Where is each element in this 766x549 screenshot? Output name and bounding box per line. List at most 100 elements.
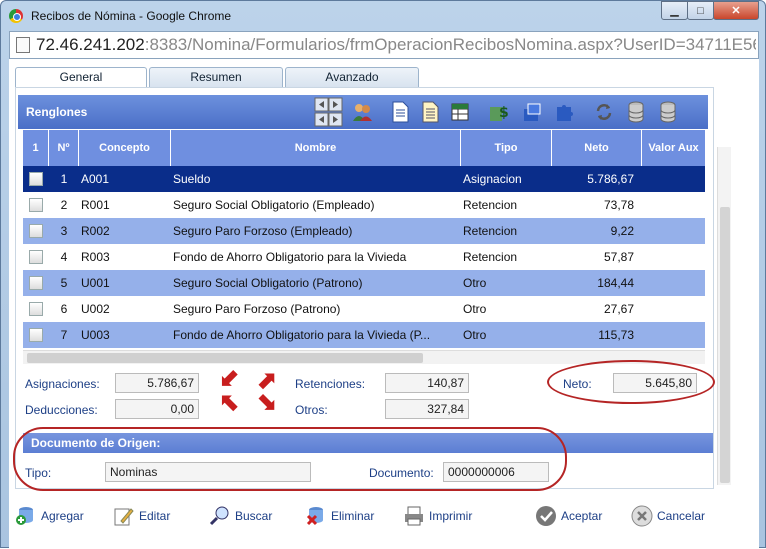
table-row[interactable]: 5 U001 Seguro Social Obligatorio (Patrono)…	[23, 270, 705, 296]
refresh-icon[interactable]	[594, 101, 614, 123]
row-valor-aux	[642, 296, 705, 322]
checkbox[interactable]	[29, 328, 43, 342]
buscar-button[interactable]: Buscar	[209, 504, 272, 528]
retenciones-label: Retenciones:	[295, 377, 366, 391]
scroll-thumb[interactable]	[720, 207, 730, 483]
tab-avanzado[interactable]: Avanzado	[285, 67, 419, 87]
renglones-grid: 1 Nº Concepto Nombre Tipo Neto Valor Aux…	[23, 130, 705, 348]
col-header-no[interactable]: Nº	[49, 130, 79, 166]
checkbox[interactable]	[29, 250, 43, 264]
col-header-concepto[interactable]: Concepto	[79, 130, 171, 166]
database-icon[interactable]	[626, 101, 646, 123]
cancelar-button[interactable]: Cancelar	[631, 504, 705, 528]
url-text[interactable]: 72.46.241.202:8383/Nomina/Formularios/fr…	[36, 35, 756, 55]
asignaciones-label: Asignaciones:	[25, 377, 100, 391]
tab-resumen[interactable]: Resumen	[149, 67, 283, 87]
table-row[interactable]: 6 U002 Seguro Paro Forzoso (Patrono) Otro 27…	[23, 296, 705, 322]
row-nombre: Seguro Social Obligatorio (Patrono)	[173, 276, 363, 290]
row-checkbox[interactable]	[23, 166, 49, 192]
puzzle-icon[interactable]	[554, 101, 574, 123]
aceptar-button[interactable]: Aceptar	[535, 504, 602, 528]
database-save-icon[interactable]	[658, 101, 678, 123]
row-number: 6	[60, 302, 68, 316]
agregar-button[interactable]: Agregar	[15, 504, 84, 528]
cancel-icon	[631, 505, 653, 527]
row-tipo: Otro	[463, 328, 487, 342]
row-concepto: R002	[81, 224, 110, 238]
checkbox[interactable]	[29, 224, 43, 238]
row-number: 2	[60, 198, 68, 212]
row-nombre: Fondo de Ahorro Obligatorio para la Vivi…	[173, 328, 431, 342]
row-valor-aux	[642, 192, 705, 218]
editar-button[interactable]: Editar	[113, 504, 170, 528]
checkbox[interactable]	[29, 276, 43, 290]
row-valor-aux	[642, 166, 705, 192]
table-row[interactable]: 1 A001 Sueldo Asignacion 5.786,67	[23, 166, 705, 192]
arrow-annotation: ⬈	[257, 367, 278, 394]
row-tipo: Retencion	[463, 250, 518, 264]
url-host: 72.46.241.202	[36, 35, 145, 54]
money-icon[interactable]: $	[488, 101, 508, 123]
row-checkbox[interactable]	[23, 244, 49, 270]
col-header-nombre[interactable]: Nombre	[171, 130, 461, 166]
row-neto: 5.786,67	[587, 172, 634, 186]
table-row[interactable]: 3 R002 Seguro Paro Forzoso (Empleado) Reten…	[23, 218, 705, 244]
checkbox[interactable]	[29, 302, 43, 316]
asignaciones-field[interactable]: 5.786,67	[115, 373, 199, 393]
row-tipo: Otro	[463, 276, 487, 290]
eliminar-button[interactable]: Eliminar	[305, 504, 374, 528]
row-neto: 27,67	[603, 302, 634, 316]
address-bar[interactable]: 72.46.241.202:8383/Nomina/Formularios/fr…	[9, 31, 759, 59]
row-checkbox[interactable]	[23, 296, 49, 322]
row-valor-aux	[642, 322, 705, 348]
row-checkbox[interactable]	[23, 192, 49, 218]
vertical-scrollbar[interactable]	[717, 147, 731, 485]
col-header-valor-aux[interactable]: Valor Aux	[642, 130, 705, 166]
row-checkbox[interactable]	[23, 218, 49, 244]
printer-icon	[405, 506, 423, 526]
deducciones-field[interactable]: 0,00	[115, 399, 199, 419]
row-tipo: Retencion	[463, 198, 518, 212]
checkbox[interactable]	[29, 198, 43, 212]
window-icon[interactable]	[522, 101, 542, 123]
scroll-thumb[interactable]	[27, 353, 423, 363]
svg-text:$: $	[499, 105, 508, 121]
tab-general[interactable]: General	[15, 67, 147, 88]
search-icon	[209, 506, 229, 526]
row-concepto: U001	[81, 276, 110, 290]
page-icon	[16, 37, 30, 53]
editar-label: Editar	[139, 509, 171, 523]
check-icon	[536, 506, 556, 526]
row-concepto: U003	[81, 328, 110, 342]
row-neto: 9,22	[610, 224, 634, 238]
col-header-check[interactable]: 1	[23, 130, 49, 166]
arrow-annotation: ⬋	[219, 365, 240, 392]
deducciones-label: Deducciones:	[25, 403, 98, 417]
pencil-icon	[114, 508, 134, 526]
aceptar-label: Aceptar	[561, 509, 603, 523]
minimize-button[interactable]: ▁	[661, 1, 688, 20]
documents-icon[interactable]	[420, 101, 440, 123]
table-row[interactable]: 7 U003 Fondo de Ahorro Obligatorio para la…	[23, 322, 705, 348]
col-header-tipo[interactable]: Tipo	[461, 130, 552, 166]
otros-label: Otros:	[295, 403, 328, 417]
row-nombre: Seguro Paro Forzoso (Patrono)	[173, 302, 341, 316]
checkbox[interactable]	[29, 172, 43, 186]
users-icon[interactable]	[352, 101, 372, 123]
col-header-neto[interactable]: Neto	[552, 130, 642, 166]
row-checkbox[interactable]	[23, 270, 49, 296]
maximize-button[interactable]: □	[687, 1, 714, 20]
table-icon[interactable]	[450, 101, 470, 123]
retenciones-field[interactable]: 140,87	[385, 373, 469, 393]
close-button[interactable]: ✕	[713, 1, 759, 20]
imprimir-button[interactable]: Imprimir	[403, 504, 472, 528]
table-row[interactable]: 2 R001 Seguro Social Obligatorio (Empleado…	[23, 192, 705, 218]
row-checkbox[interactable]	[23, 322, 49, 348]
window-title: Recibos de Nómina - Google Chrome	[31, 9, 232, 23]
document-icon[interactable]	[390, 101, 410, 123]
otros-field[interactable]: 327,84	[385, 399, 469, 419]
row-nombre: Seguro Paro Forzoso (Empleado)	[173, 224, 353, 238]
table-row[interactable]: 4 R003 Fondo de Ahorro Obligatorio para la…	[23, 244, 705, 270]
navigation-arrows-icon[interactable]	[314, 97, 344, 127]
renglones-toolbar: Renglones $	[18, 95, 708, 129]
